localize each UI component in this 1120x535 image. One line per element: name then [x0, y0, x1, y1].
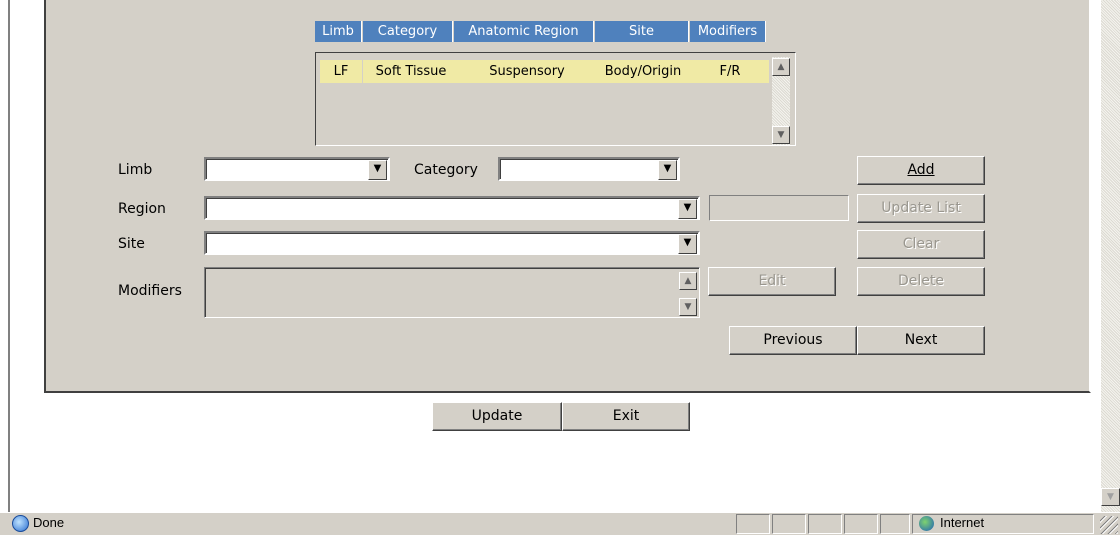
grid-scroll-down-icon[interactable]: ▼ [772, 126, 790, 144]
grid-cell-modifiers[interactable]: F/R [691, 60, 769, 83]
grid-cell-category[interactable]: Soft Tissue [363, 60, 459, 83]
grid-header-anatomic-region[interactable]: Anatomic Region [454, 21, 594, 42]
region-label: Region [118, 201, 166, 217]
resize-grip-icon[interactable] [1100, 516, 1118, 534]
ie-page-icon [12, 515, 29, 532]
grid-header-site[interactable]: Site [595, 21, 689, 42]
modifiers-scroll-up-icon[interactable]: ▲ [679, 272, 697, 290]
grid-cell-limb[interactable]: LF [320, 60, 362, 83]
chevron-down-icon[interactable]: ▼ [678, 234, 697, 254]
modifiers-label: Modifiers [118, 283, 182, 299]
exit-button[interactable]: Exit [562, 402, 690, 431]
status-pane-3 [808, 514, 842, 534]
grid-cell-site[interactable]: Body/Origin [595, 60, 691, 83]
modifiers-scroll-down-icon[interactable]: ▼ [679, 298, 697, 316]
category-label: Category [414, 162, 478, 178]
grid-header-category[interactable]: Category [363, 21, 453, 42]
update-list-button[interactable]: Update List [857, 194, 985, 223]
status-text: Done [33, 515, 65, 530]
previous-button[interactable]: Previous [729, 326, 857, 355]
status-pane-1 [736, 514, 770, 534]
grid-header-modifiers[interactable]: Modifiers [690, 21, 766, 42]
clear-button[interactable]: Clear [857, 230, 985, 259]
page-vertical-scrollbar[interactable] [1101, 0, 1120, 512]
update-button[interactable]: Update [432, 402, 562, 431]
limb-select[interactable]: ▼ [204, 157, 390, 181]
chevron-down-icon[interactable]: ▼ [678, 199, 697, 219]
chevron-down-icon[interactable]: ▼ [368, 160, 387, 180]
add-button-label: Add [907, 162, 935, 178]
grid-cell-region[interactable]: Suspensory [459, 60, 595, 83]
region-readonly-field [709, 195, 849, 221]
status-pane-5 [880, 514, 910, 534]
grid-scroll-up-icon[interactable]: ▲ [772, 58, 790, 76]
globe-icon [919, 516, 934, 531]
zone-text: Internet [940, 515, 985, 530]
status-pane-4 [844, 514, 878, 534]
page-scroll-down-button[interactable]: ▼ [1101, 488, 1120, 506]
site-select[interactable]: ▼ [204, 231, 700, 255]
site-label: Site [118, 236, 145, 252]
window-left-border [0, 0, 10, 512]
modifiers-listbox[interactable] [204, 267, 700, 318]
grid-header-limb[interactable]: Limb [315, 21, 362, 42]
chevron-down-icon[interactable]: ▼ [658, 160, 677, 180]
next-button[interactable]: Next [857, 326, 985, 355]
region-select[interactable]: ▼ [204, 196, 700, 220]
delete-button[interactable]: Delete [857, 267, 985, 296]
limb-label: Limb [118, 162, 153, 178]
add-button[interactable]: Add [857, 156, 985, 185]
category-select[interactable]: ▼ [498, 157, 680, 181]
edit-button[interactable]: Edit [708, 267, 836, 296]
status-pane-2 [772, 514, 806, 534]
